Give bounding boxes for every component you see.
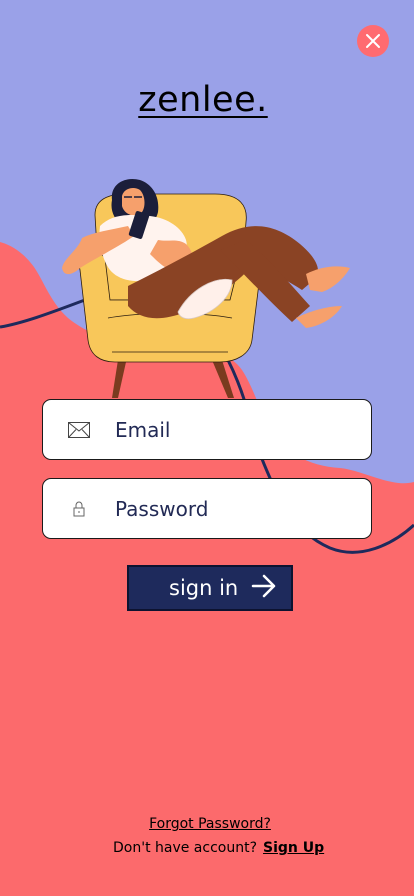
signup-prompt: Don't have account? Sign Up xyxy=(113,840,324,856)
password-label: Password xyxy=(115,496,209,521)
no-account-text: Don't have account? xyxy=(113,840,258,856)
close-icon xyxy=(357,25,389,57)
close-button[interactable] xyxy=(357,25,389,57)
arrow-right-icon xyxy=(251,574,277,602)
sign-in-label: sign in xyxy=(169,576,239,600)
sign-up-link[interactable]: Sign Up xyxy=(263,840,324,856)
login-screen: zenlee. Email Password sign in Forgot Pa… xyxy=(0,0,414,896)
email-label: Email xyxy=(115,417,171,442)
woman-in-armchair-illustration xyxy=(62,178,350,398)
mail-icon xyxy=(43,421,115,438)
password-field[interactable]: Password xyxy=(42,478,372,539)
email-field[interactable]: Email xyxy=(42,399,372,460)
forgot-password-link[interactable]: Forgot Password? xyxy=(0,816,414,832)
sign-in-button[interactable]: sign in xyxy=(127,565,293,611)
lock-icon xyxy=(43,500,115,517)
app-logo: zenlee. xyxy=(138,80,268,120)
